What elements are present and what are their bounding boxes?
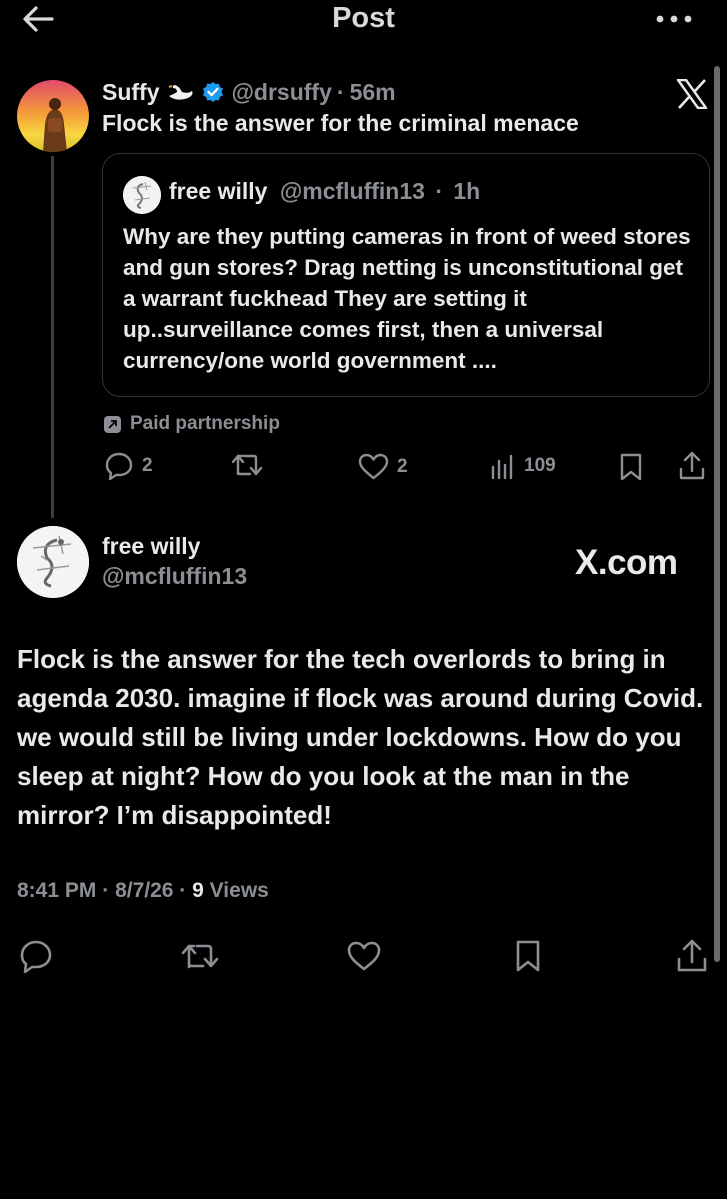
- post-date: 8/7/26: [115, 879, 174, 902]
- reply-text: Flock is the answer for the tech overlor…: [17, 644, 704, 830]
- quote-text: Why are they putting cameras in front of…: [123, 224, 691, 373]
- profile-photo: [17, 80, 89, 152]
- separator-dot: ·: [336, 78, 345, 105]
- quote-avatar[interactable]: [123, 176, 161, 214]
- share-button[interactable]: [678, 451, 706, 481]
- repost-icon: [231, 454, 263, 476]
- bookmark-icon: [620, 453, 642, 481]
- views-label[interactable]: Views: [210, 879, 269, 902]
- quote-card[interactable]: free willy @mcfluffin13 · 1h Why are the…: [102, 153, 710, 397]
- quote-header: free willy @mcfluffin13 · 1h: [169, 178, 480, 205]
- heart-icon: [347, 941, 381, 971]
- bookmark-icon: [516, 940, 540, 972]
- top-bar: Post: [0, 0, 727, 40]
- more-options-button[interactable]: [652, 4, 696, 34]
- avatar[interactable]: [17, 80, 89, 152]
- reply-icon: [105, 452, 133, 480]
- separator-dot: ·: [102, 879, 110, 902]
- reply-button[interactable]: 2: [104, 452, 153, 480]
- views-count: 109: [524, 455, 556, 476]
- paid-partnership-label: Paid partnership: [104, 412, 280, 436]
- separator-dot: ·: [435, 178, 443, 204]
- post-text: Flock is the answer for the criminal men…: [102, 110, 579, 136]
- reply-button[interactable]: [16, 936, 56, 976]
- views-count[interactable]: 9: [192, 879, 204, 902]
- like-button[interactable]: [344, 936, 384, 976]
- x-logo-icon: [674, 76, 710, 112]
- swan-icon: [166, 82, 196, 102]
- quote-author-handle[interactable]: @mcfluffin13: [280, 178, 425, 204]
- share-button[interactable]: [672, 936, 712, 976]
- page-title: Post: [332, 2, 395, 34]
- more-horizontal-icon: [656, 15, 692, 23]
- thread-line: [51, 156, 54, 518]
- verified-badge-icon[interactable]: [202, 81, 224, 103]
- views-chart-icon: [491, 454, 513, 479]
- quote-author-name[interactable]: free willy: [169, 178, 267, 204]
- share-icon: [679, 451, 705, 480]
- like-button[interactable]: 2: [358, 453, 408, 480]
- post-time[interactable]: 56m: [350, 79, 396, 106]
- reply-author-name[interactable]: free willy: [102, 533, 200, 560]
- quote-time[interactable]: 1h: [453, 178, 480, 204]
- paid-partnership-text: Paid partnership: [130, 413, 280, 434]
- like-count: 2: [397, 455, 408, 477]
- heart-icon: [358, 453, 389, 480]
- reply-author-handle[interactable]: @mcfluffin13: [102, 563, 247, 590]
- post-time: 8:41 PM: [17, 879, 97, 902]
- repost-button[interactable]: [180, 936, 220, 976]
- bookmark-button[interactable]: [508, 936, 548, 976]
- x-com-label: X.com: [575, 543, 678, 582]
- repost-icon: [181, 944, 219, 969]
- post-header: Suffy @drsuffy · 56m: [102, 76, 396, 108]
- post-metadata: 8:41 PM · 8/7/26 · 9 Views: [17, 879, 269, 903]
- reply-avatar[interactable]: [17, 526, 89, 598]
- paid-partnership-icon: [104, 415, 121, 433]
- author-handle[interactable]: @drsuffy: [232, 79, 332, 106]
- repost-button[interactable]: [230, 452, 264, 478]
- reply-icon: [20, 940, 52, 973]
- reply-count: 2: [142, 455, 153, 476]
- share-icon: [677, 939, 707, 972]
- author-name[interactable]: Suffy: [102, 79, 160, 106]
- separator-dot: ·: [179, 879, 187, 902]
- bookmark-button[interactable]: [619, 453, 643, 481]
- views-button[interactable]: 109: [490, 453, 556, 479]
